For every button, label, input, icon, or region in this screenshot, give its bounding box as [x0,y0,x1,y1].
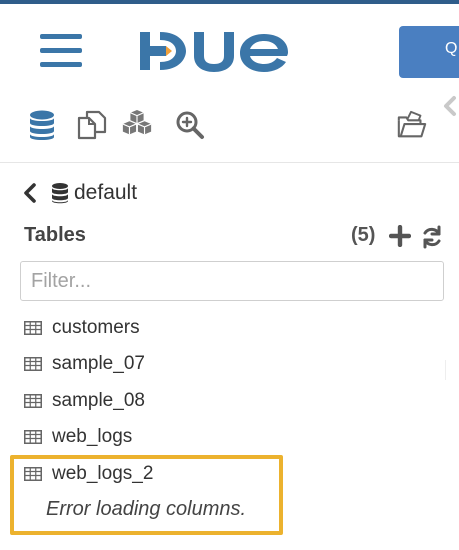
assist-toolbar [0,92,459,163]
table-icon [24,394,42,408]
database-icon[interactable] [26,108,58,142]
hue-logo[interactable] [136,26,296,76]
table-icon [24,321,42,335]
tables-heading: Tables [24,224,86,246]
table-name: sample_08 [52,390,145,411]
table-name: customers [52,317,140,338]
database-small-icon [52,183,68,204]
table-icon [24,430,42,444]
error-message: Error loading columns. [46,498,247,520]
tables-count: (5) [351,224,376,246]
app-header: Q [0,4,459,84]
table-item-sample-08[interactable]: sample_08 [24,387,145,415]
stacked-boxes-icon[interactable] [121,108,153,142]
filter-input[interactable] [20,261,444,301]
hamburger-menu-icon[interactable] [40,34,82,68]
database-breadcrumb: default [22,180,137,206]
table-icon [24,357,42,371]
table-item-web-logs[interactable]: web_logs [24,423,132,451]
table-name: web_logs_2 [52,463,154,484]
documents-icon[interactable] [75,108,107,142]
back-chevron-icon[interactable] [22,182,38,204]
table-name: sample_07 [52,353,145,374]
refresh-icon[interactable] [420,225,444,249]
query-button[interactable]: Q [399,26,459,78]
table-item-sample-07[interactable]: sample_07 [24,350,145,378]
table-item-customers[interactable]: customers [24,314,140,342]
table-icon [24,467,42,481]
table-item-web-logs-2[interactable]: web_logs_2 [24,460,153,488]
search-zoom-icon[interactable] [174,108,206,142]
table-name: web_logs [52,426,133,447]
database-name[interactable]: default [74,181,137,205]
query-button-label: Q [445,40,458,57]
plus-icon[interactable] [389,225,411,247]
open-folder-icon[interactable] [396,108,428,142]
divider [445,360,446,380]
